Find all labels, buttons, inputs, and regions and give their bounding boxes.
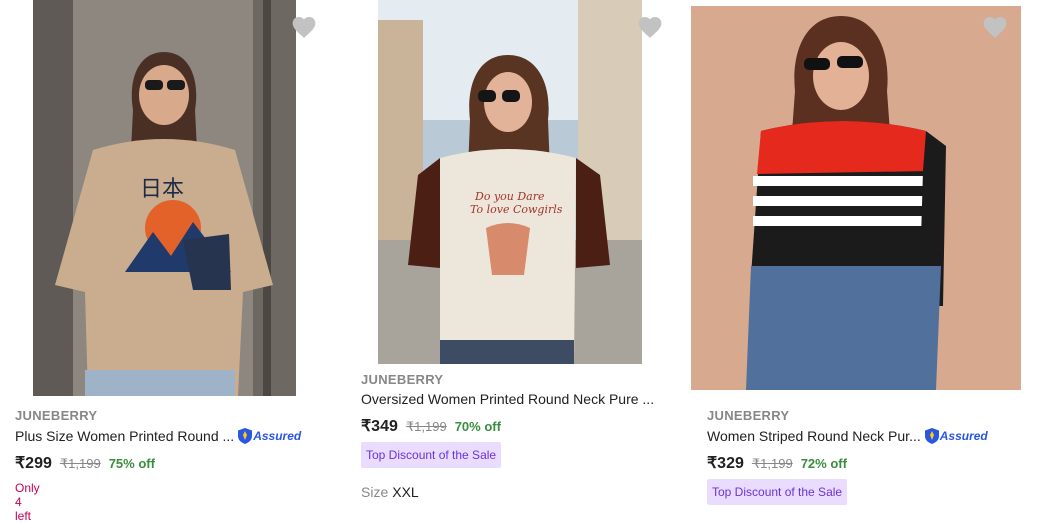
assured-label: Assured — [939, 429, 988, 443]
product-image[interactable]: 日本 — [33, 0, 296, 396]
product-title[interactable]: Women Striped Round Neck Pur... Assured — [707, 428, 988, 444]
product-image[interactable] — [691, 6, 1021, 390]
discount-percent: 70% off — [454, 419, 501, 434]
assured-badge: Assured — [238, 428, 301, 444]
product-title[interactable]: Plus Size Women Printed Round ... Assure… — [15, 428, 301, 444]
selling-price: ₹349 — [361, 418, 398, 435]
discount-percent: 72% off — [800, 456, 847, 471]
price-row: ₹349 ₹1,199 70% off — [361, 416, 501, 436]
svg-text:Do you Dare: Do you Dare — [474, 190, 545, 203]
size-value: XXL — [392, 484, 419, 500]
original-price: ₹1,199 — [59, 456, 101, 471]
original-price: ₹1,199 — [751, 456, 793, 471]
shield-icon — [238, 428, 253, 444]
product-title[interactable]: Oversized Women Printed Round Neck Pure … — [361, 391, 654, 407]
wishlist-heart-icon[interactable] — [291, 15, 317, 39]
assured-badge: Assured — [924, 428, 988, 444]
product-image[interactable]: Do you Dare To love Cowgirls — [378, 0, 642, 364]
wishlist-heart-icon[interactable] — [982, 15, 1008, 39]
shield-icon — [924, 428, 939, 444]
product-title-text: Oversized Women Printed Round Neck Pure … — [361, 391, 655, 407]
product-title-text: Women Striped Round Neck Pur... — [707, 428, 921, 444]
top-discount-badge: Top Discount of the Sale — [707, 479, 848, 505]
brand-name: JUNEBERRY — [361, 372, 444, 387]
svg-text:日本: 日本 — [140, 177, 184, 202]
product-photo: 日本 — [33, 0, 296, 396]
selling-price: ₹329 — [707, 455, 744, 472]
product-photo — [691, 6, 1021, 390]
stock-status: Only 4 left — [15, 481, 40, 523]
wishlist-heart-icon[interactable] — [637, 15, 663, 39]
product-photo: Do you Dare To love Cowgirls — [378, 0, 642, 364]
original-price: ₹1,199 — [405, 419, 447, 434]
size-label: Size — [361, 484, 389, 500]
price-row: ₹299 ₹1,199 75% off — [15, 453, 155, 473]
brand-name: JUNEBERRY — [707, 408, 790, 423]
top-discount-badge: Top Discount of the Sale — [361, 442, 502, 468]
product-title-text: Plus Size Women Printed Round ... — [15, 428, 235, 444]
price-row: ₹329 ₹1,199 72% off — [707, 453, 847, 473]
svg-text:To love Cowgirls: To love Cowgirls — [470, 203, 563, 216]
selling-price: ₹299 — [15, 455, 52, 472]
assured-label: Assured — [253, 429, 302, 443]
brand-name: JUNEBERRY — [15, 408, 98, 423]
discount-percent: 75% off — [108, 456, 155, 471]
size-info: Size XXL — [361, 484, 419, 500]
